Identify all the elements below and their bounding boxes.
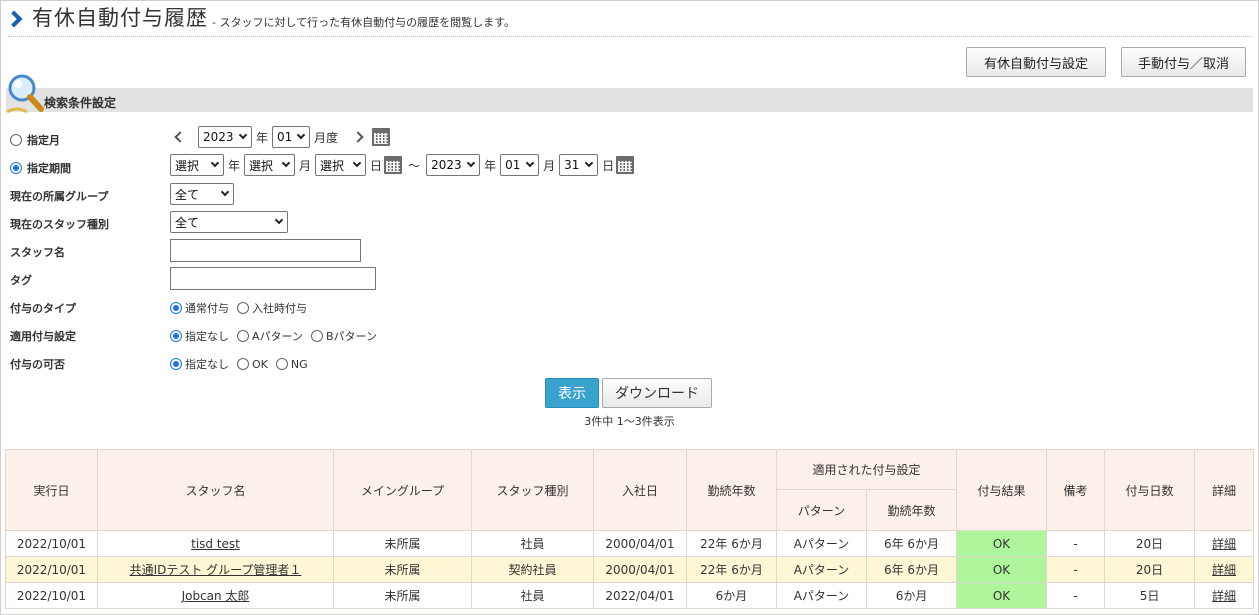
result-badge: OK [956, 530, 1048, 557]
grant-result-ok[interactable]: OK [237, 358, 268, 371]
detail-link[interactable]: 詳細 [1212, 589, 1236, 603]
grant-type-options: 通常付与 入社時付与 [170, 300, 315, 316]
from-month-select[interactable]: 選択 [244, 154, 296, 176]
grant-result-none[interactable]: 指定なし [170, 356, 229, 372]
table-row: 2022/10/01 Jobcan 太郎 未所属 社員 2022/04/01 6… [5, 582, 1255, 609]
to-year-select[interactable]: 2023 [426, 154, 481, 176]
period-mode-label: 指定期間 [27, 162, 71, 175]
th-years: 勤続年数 [686, 449, 777, 531]
to-month-select[interactable]: 01 [500, 154, 540, 176]
download-button[interactable]: ダウンロード [602, 378, 712, 408]
detail-link[interactable]: 詳細 [1212, 537, 1236, 551]
detail-link[interactable]: 詳細 [1212, 563, 1236, 577]
th-applied: 適用された付与設定 [775, 449, 958, 490]
result-badge: OK [956, 582, 1048, 609]
applied-setting-label: 適用付与設定 [10, 330, 76, 343]
table-row: 2022/10/01 tisd test 未所属 社員 2000/04/01 2… [5, 530, 1255, 557]
table-row: 2022/10/01 共通IDテスト グループ管理者１ 未所属 契約社員 200… [5, 556, 1255, 583]
period-mode-radio[interactable] [10, 162, 22, 174]
th-result: 付与結果 [956, 449, 1048, 531]
applied-setting-options: 指定なし Aパターン Bパターン [170, 328, 385, 344]
from-year-select[interactable]: 選択 [170, 154, 224, 176]
th-detail: 詳細 [1194, 449, 1255, 531]
result-badge: OK [956, 556, 1048, 583]
grant-result-label: 付与の可否 [10, 358, 65, 371]
th-days: 付与日数 [1104, 449, 1196, 531]
tag-input[interactable] [170, 267, 376, 290]
staff-link[interactable]: 共通IDテスト グループ管理者１ [130, 563, 302, 577]
grant-type-normal[interactable]: 通常付与 [170, 300, 229, 316]
manual-grant-button[interactable]: 手動付与／取消 [1121, 47, 1246, 77]
next-month-icon[interactable] [352, 131, 364, 143]
grant-type-join[interactable]: 入社時付与 [237, 300, 307, 316]
month-mode-label: 指定月 [27, 134, 60, 147]
grant-type-label: 付与のタイプ [10, 302, 76, 315]
th-staff: スタッフ名 [97, 449, 334, 531]
to-calendar-icon[interactable] [616, 156, 635, 174]
calendar-icon[interactable] [372, 128, 391, 146]
auto-grant-settings-button[interactable]: 有休自動付与設定 [966, 47, 1106, 77]
th-group: メイングループ [333, 449, 472, 531]
month-month-select[interactable]: 01 [272, 126, 311, 148]
month-row: 2023 年 01 月度 [170, 126, 391, 148]
th-pattern: パターン [776, 489, 867, 531]
prev-month-icon[interactable] [174, 131, 186, 143]
month-year-select[interactable]: 2023 [198, 126, 252, 148]
group-select[interactable]: 全て [170, 183, 234, 205]
search-section-title: 検索条件設定 [44, 96, 117, 110]
applied-setting-none[interactable]: 指定なし [170, 328, 229, 344]
page-header: 有休自動付与履歴 - スタッフに対して行った有休自動付与の履歴を閲覧します。 [5, 6, 1252, 37]
staff-type-label: 現在のスタッフ種別 [10, 218, 109, 231]
th-joined: 入社日 [593, 449, 687, 531]
show-button[interactable]: 表示 [545, 378, 599, 408]
to-day-select[interactable]: 31 [559, 154, 599, 176]
magnifier-icon [6, 74, 44, 114]
result-count: 3件中 1～3件表示 [584, 415, 675, 428]
staff-link[interactable]: tisd test [191, 537, 240, 551]
staff-name-input[interactable] [170, 239, 361, 262]
history-table: 実行日 スタッフ名 メイングループ スタッフ種別 入社日 勤続年数 適用された付… [5, 449, 1255, 609]
tag-label: タグ [10, 274, 32, 287]
grant-result-options: 指定なし OK NG [170, 356, 316, 372]
applied-setting-b[interactable]: Bパターン [310, 328, 377, 344]
from-day-select[interactable]: 選択 [315, 154, 367, 176]
staff-name-label: スタッフ名 [10, 246, 65, 259]
search-section-bar [6, 88, 1253, 112]
th-date: 実行日 [5, 449, 98, 531]
staff-type-select[interactable]: 全て [170, 211, 288, 233]
applied-setting-a[interactable]: Aパターン [237, 328, 303, 344]
page-title: 有休自動付与履歴 [32, 6, 208, 30]
th-note: 備考 [1046, 449, 1106, 531]
period-mode-option[interactable]: 指定期間 [10, 160, 71, 176]
th-applied-years: 勤続年数 [865, 489, 958, 531]
staff-link[interactable]: Jobcan 太郎 [182, 589, 250, 603]
grant-result-ng[interactable]: NG [275, 358, 308, 371]
month-mode-radio[interactable] [10, 134, 22, 146]
period-row: 選択 年 選択 月 選択 日 ～ 2023 年 01 月 31 日 [170, 154, 635, 176]
chevron-right-icon [5, 10, 23, 28]
page-subtitle: - スタッフに対して行った有休自動付与の履歴を閲覧します。 [212, 16, 516, 29]
month-mode-option[interactable]: 指定月 [10, 132, 60, 148]
from-calendar-icon[interactable] [384, 156, 403, 174]
th-type: スタッフ種別 [471, 449, 594, 531]
group-label: 現在の所属グループ [10, 190, 109, 203]
